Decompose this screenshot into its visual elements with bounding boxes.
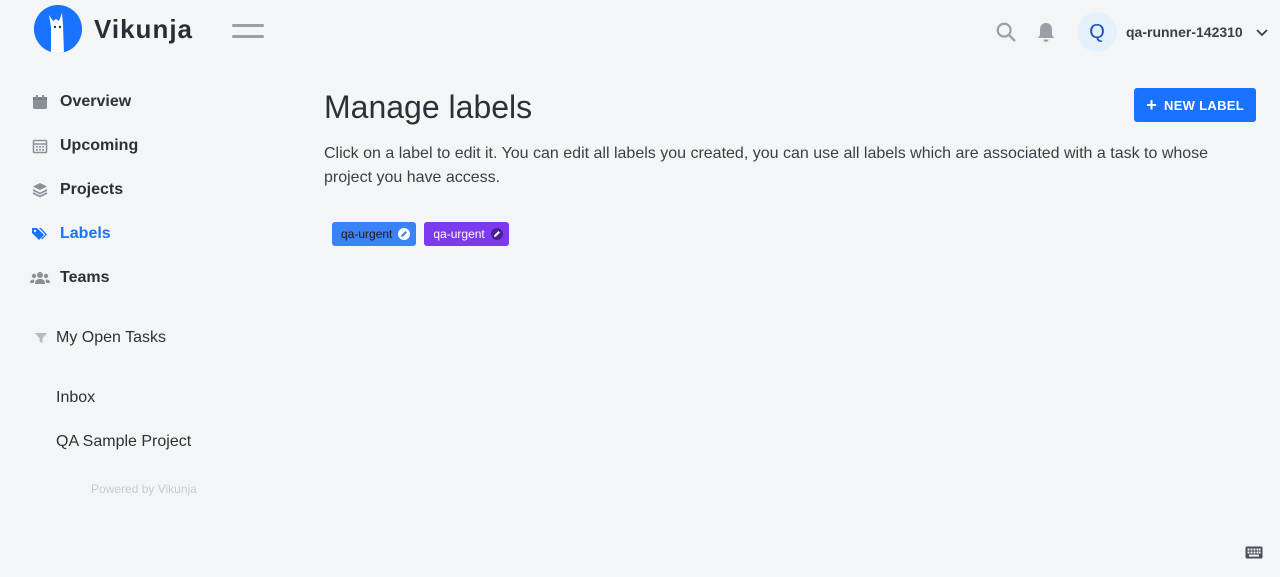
app-name: Vikunja [94,13,194,44]
new-label-button-label: NEW LABEL [1164,97,1244,113]
pencil-icon [398,228,411,240]
sidebar-item-label: Upcoming [60,137,139,154]
avatar: Q [1077,12,1117,52]
page-title: Manage labels [324,89,533,125]
sidebar-project-inbox[interactable]: Inbox [56,386,95,410]
sidebar-item-label: Overview [60,93,132,110]
notifications-button[interactable] [1034,20,1058,44]
label-tag[interactable]: qa-urgent [424,222,509,246]
sidebar-saved-filter[interactable]: My Open Tasks [34,326,166,350]
sidebar-item-labels[interactable]: Labels [30,220,111,248]
label-name: qa-urgent [433,227,485,241]
label-name: qa-urgent [341,227,393,241]
main-content: Manage labels + NEW LABEL Click on a lab… [324,86,1256,246]
sidebar-item-projects[interactable]: Projects [30,176,123,204]
saved-filter-label: My Open Tasks [56,329,166,346]
username: qa-runner-142310 [1126,24,1243,40]
help-text: Click on a label to edit it. You can edi… [324,145,1209,186]
layers-icon [30,180,50,200]
keyboard-shortcuts-icon[interactable] [1245,546,1263,559]
filter-icon [34,331,48,345]
calendar-grid-icon [30,136,50,156]
sidebar-item-overview[interactable]: Overview [30,88,131,116]
menu-toggle-button[interactable] [232,24,264,40]
menu-bar [232,35,264,38]
pencil-icon [490,228,503,240]
sidebar-item-label: Labels [60,225,111,242]
app-logo[interactable]: Vikunja [34,5,193,53]
calendar-icon [30,92,50,112]
user-menu[interactable]: Q qa-runner-142310 [1077,12,1269,52]
plus-icon: + [1146,95,1158,115]
sidebar-project-qa-sample[interactable]: QA Sample Project [56,430,191,454]
new-label-button[interactable]: + NEW LABEL [1134,88,1256,122]
bell-icon [1038,23,1054,42]
search-button[interactable] [994,20,1018,44]
powered-by-text: Powered by Vikunja [91,482,197,496]
sidebar-item-label: Teams [60,269,110,286]
tags-icon [30,224,50,244]
search-icon [996,22,1016,42]
users-icon [30,268,50,288]
sidebar-item-label: Projects [60,181,124,198]
app-root: Vikunja Q qa-runner-142310 Overview Upco… [0,0,1280,577]
menu-bar [232,24,264,27]
llama-logo-icon [34,5,82,53]
top-header: Vikunja Q qa-runner-142310 [0,0,1280,64]
sidebar-item-teams[interactable]: Teams [30,264,110,292]
sidebar-item-upcoming[interactable]: Upcoming [30,132,138,160]
label-tag[interactable]: qa-urgent [332,222,417,246]
chevron-down-icon [1255,25,1269,39]
labels-list: qa-urgent qa-urgent [332,222,1256,246]
